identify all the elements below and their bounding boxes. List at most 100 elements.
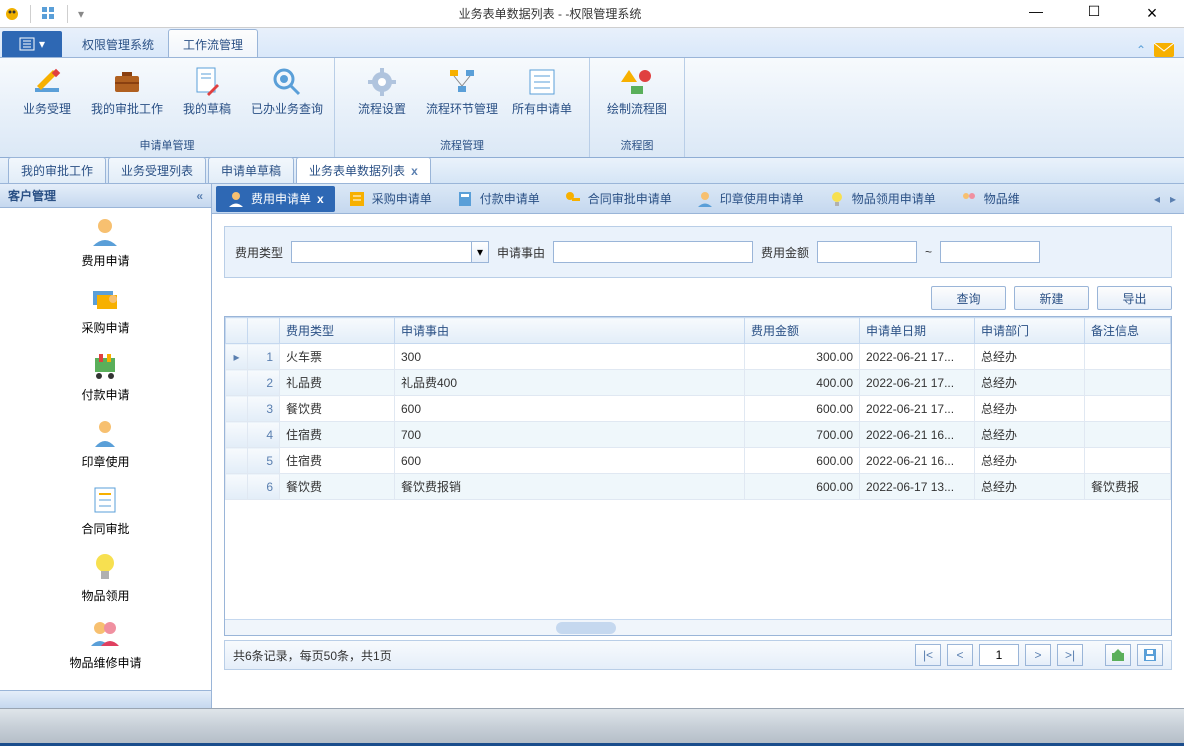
maximize-button[interactable]: ☐: [1074, 3, 1114, 24]
sidebar-item-expense[interactable]: 费用申请: [81, 216, 129, 269]
bulb-icon: [89, 551, 121, 583]
sidebar-item-purchase[interactable]: 采购申请: [81, 283, 129, 336]
pager-page-input[interactable]: [979, 644, 1019, 666]
subtab-close-icon[interactable]: x: [317, 192, 324, 206]
person-blue-icon: [696, 190, 714, 208]
subtabs-scroll-left-icon[interactable]: ◂: [1150, 192, 1164, 206]
statusbar: [0, 708, 1184, 743]
export-button[interactable]: 导出: [1097, 286, 1172, 310]
ribbon-process-settings[interactable]: 流程设置: [343, 62, 421, 131]
th-date[interactable]: 申请单日期: [860, 318, 975, 344]
pager-export-button[interactable]: [1105, 644, 1131, 666]
doctab-drafts[interactable]: 申请单草稿: [208, 157, 294, 183]
titlebar: ▾ 业务表单数据列表 - -权限管理系统 — ☐ ×: [0, 0, 1184, 28]
save-icon: [1142, 647, 1158, 663]
ribbon-my-drafts[interactable]: 我的草稿: [168, 62, 246, 131]
ribbon-draw-flowchart[interactable]: 绘制流程图: [598, 62, 676, 131]
pager-next-button[interactable]: >: [1025, 644, 1051, 666]
menu-tabs: ▾ 权限管理系统 工作流管理 ⌃: [0, 28, 1184, 58]
grid-icon[interactable]: [41, 6, 57, 22]
pager-last-button[interactable]: >|: [1057, 644, 1083, 666]
ribbon-process-nodes[interactable]: 流程环节管理: [423, 62, 501, 131]
key-icon: [564, 190, 582, 208]
th-amount[interactable]: 费用金额: [745, 318, 860, 344]
table-row[interactable]: 5 住宿费 600 600.00 2022-06-21 16... 总经办: [226, 448, 1171, 474]
filter-type-input[interactable]: [291, 241, 471, 263]
sidebar-item-seal[interactable]: 印章使用: [81, 417, 129, 470]
close-tab-icon[interactable]: x: [411, 164, 418, 178]
window-title: 业务表单数据列表 - -权限管理系统: [84, 5, 1016, 22]
sub-tabs: 费用申请单 x 采购申请单 付款申请单 合同审批申请单 印章使用申请单 物: [212, 184, 1184, 214]
subtab-payment[interactable]: 付款申请单: [445, 186, 551, 212]
ribbon-my-approvals[interactable]: 我的审批工作: [88, 62, 166, 131]
cart-icon: [89, 350, 121, 382]
filter-type-dropdown-icon[interactable]: ▾: [471, 241, 489, 263]
pager-first-button[interactable]: |<: [915, 644, 941, 666]
mail-icon[interactable]: [1154, 43, 1174, 57]
new-button[interactable]: 新建: [1014, 286, 1089, 310]
sidebar-item-goods[interactable]: 物品领用: [81, 551, 129, 604]
ribbon: 业务受理 我的审批工作 我的草稿 已办业务查询 申请单管理 流程设置: [0, 58, 1184, 158]
subtabs-scroll-right-icon[interactable]: ▸: [1166, 192, 1180, 206]
table-row[interactable]: 6 餐饮费 餐饮费报销 600.00 2022-06-17 13... 总经办 …: [226, 474, 1171, 500]
user-blue-icon: [227, 190, 245, 208]
filter-amount-label: 费用金额: [761, 244, 809, 261]
doc-icon: [89, 484, 121, 516]
filter-bar: 费用类型 ▾ 申请事由 费用金额 ~: [224, 226, 1172, 278]
filter-reason-input[interactable]: [553, 241, 753, 263]
query-button[interactable]: 查询: [931, 286, 1006, 310]
ribbon-all-requests[interactable]: 所有申请单: [503, 62, 581, 131]
table-row[interactable]: 3 餐饮费 600 600.00 2022-06-21 17... 总经办: [226, 396, 1171, 422]
shapes-icon: [621, 66, 653, 98]
ribbon-business-accept[interactable]: 业务受理: [8, 62, 86, 131]
filter-reason-label: 申请事由: [497, 244, 545, 261]
subtab-goods[interactable]: 物品领用申请单: [817, 186, 947, 212]
subtab-seal[interactable]: 印章使用申请单: [685, 186, 815, 212]
sidebar-scrollbar[interactable]: [0, 690, 211, 708]
sidebar-collapse-icon[interactable]: «: [196, 189, 203, 203]
file-menu-button[interactable]: ▾: [2, 31, 62, 57]
tab-workflow-mgmt[interactable]: 工作流管理: [168, 29, 258, 57]
sidebar-item-repair[interactable]: 物品维修申请 ▾: [69, 618, 141, 671]
cards-icon: [89, 283, 121, 315]
pager-prev-button[interactable]: <: [947, 644, 973, 666]
close-button[interactable]: ×: [1132, 3, 1172, 24]
gear-icon: [366, 66, 398, 98]
filter-amount-from[interactable]: [817, 241, 917, 263]
filter-type-label: 费用类型: [235, 244, 283, 261]
users-icon: [89, 618, 121, 650]
doctab-accept-list[interactable]: 业务受理列表: [108, 157, 206, 183]
person-icon: [89, 417, 121, 449]
pager-save-button[interactable]: [1137, 644, 1163, 666]
subtab-expense[interactable]: 费用申请单 x: [216, 186, 335, 212]
doc-pen-icon: [191, 66, 223, 98]
doctab-form-data-list[interactable]: 业务表单数据列表x: [296, 157, 431, 183]
th-remark[interactable]: 备注信息: [1085, 318, 1171, 344]
doctab-approvals[interactable]: 我的审批工作: [8, 157, 106, 183]
pager-info: 共6条记录，每页50条，共1页: [233, 647, 392, 664]
sidebar: 客户管理 « 费用申请 采购申请 付款申请 印章使用 合同审批: [0, 184, 212, 708]
users-sm-icon: [960, 190, 978, 208]
table-row[interactable]: ▸ 1 火车票 300 300.00 2022-06-21 17... 总经办: [226, 344, 1171, 370]
subtab-contract[interactable]: 合同审批申请单: [553, 186, 683, 212]
pager: 共6条记录，每页50条，共1页 |< < > >|: [224, 640, 1172, 670]
th-type[interactable]: 费用类型: [280, 318, 395, 344]
subtab-repair[interactable]: 物品维: [949, 186, 1031, 212]
table-row[interactable]: 2 礼品费 礼品费400 400.00 2022-06-21 17... 总经办: [226, 370, 1171, 396]
filter-type-combo[interactable]: ▾: [291, 241, 489, 263]
table-row[interactable]: 4 住宿费 700 700.00 2022-06-21 16... 总经办: [226, 422, 1171, 448]
sidebar-item-contract[interactable]: 合同审批: [81, 484, 129, 537]
minimize-button[interactable]: —: [1016, 3, 1056, 24]
collapse-ribbon-icon[interactable]: ⌃: [1136, 43, 1146, 57]
th-dept[interactable]: 申请部门: [975, 318, 1085, 344]
filter-amount-to[interactable]: [940, 241, 1040, 263]
tab-permission-system[interactable]: 权限管理系统: [68, 30, 168, 57]
subtab-purchase[interactable]: 采购申请单: [337, 186, 443, 212]
ribbon-done-query[interactable]: 已办业务查询: [248, 62, 326, 131]
horizontal-scrollbar[interactable]: [225, 619, 1171, 635]
bulb-sm-icon: [828, 190, 846, 208]
sidebar-item-payment[interactable]: 付款申请: [81, 350, 129, 403]
search-icon: [271, 66, 303, 98]
th-reason[interactable]: 申请事由: [395, 318, 745, 344]
data-table: 费用类型 申请事由 费用金额 申请单日期 申请部门 备注信息 ▸ 1 火车票 3…: [224, 316, 1172, 636]
